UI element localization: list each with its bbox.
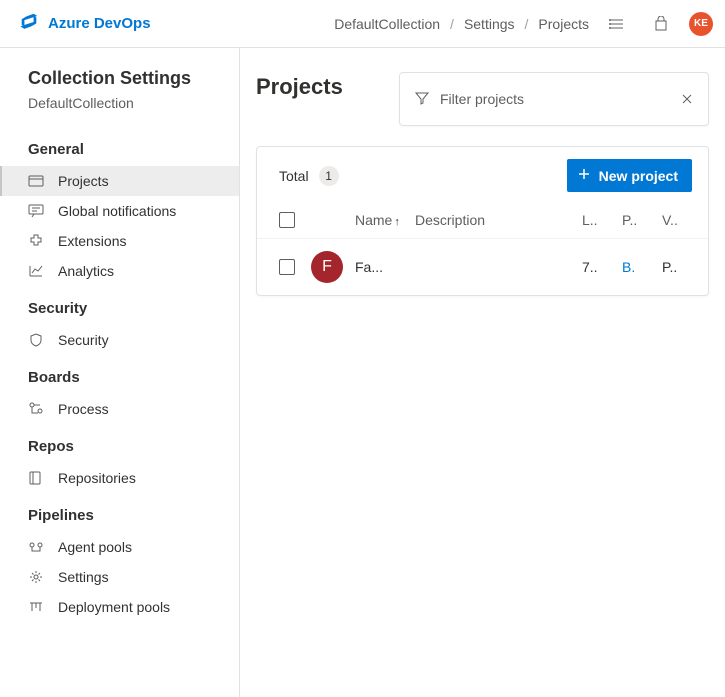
close-icon[interactable] (680, 92, 694, 106)
column-description[interactable]: Description (415, 212, 572, 228)
topbar: Azure DevOps DefaultCollection / Setting… (0, 0, 725, 48)
total-count-badge: 1 (319, 166, 339, 186)
breadcrumb-item[interactable]: Settings (464, 16, 515, 32)
user-initials: KE (694, 18, 708, 29)
agent-pools-icon (28, 539, 44, 555)
sidebar-item-label: Process (58, 401, 109, 417)
project-process[interactable]: B. (622, 259, 652, 275)
brand-text: Azure DevOps (48, 15, 151, 32)
analytics-icon (28, 263, 44, 279)
sidebar-heading-pipelines: Pipelines (0, 493, 239, 532)
sidebar-heading-security: Security (0, 286, 239, 325)
gear-icon (28, 569, 44, 585)
column-process[interactable]: P.. (622, 212, 652, 228)
sidebar-item-label: Repositories (58, 470, 136, 486)
sidebar-item-analytics[interactable]: Analytics (0, 256, 239, 286)
sidebar-item-settings[interactable]: Settings (0, 562, 239, 592)
extension-icon (28, 233, 44, 249)
sort-up-icon: ↑ (394, 216, 400, 228)
list-icon[interactable] (601, 8, 633, 40)
project-name: Fa... (355, 259, 405, 275)
project-last: 7.. (582, 259, 612, 275)
sidebar-heading-boards: Boards (0, 355, 239, 394)
sidebar-item-label: Settings (58, 569, 109, 585)
sidebar-heading-general: General (0, 127, 239, 166)
chat-icon (28, 203, 44, 219)
breadcrumb-item[interactable]: Projects (538, 16, 589, 32)
azure-devops-logo-icon (18, 11, 40, 37)
sidebar-item-agent-pools[interactable]: Agent pools (0, 532, 239, 562)
sidebar: Collection Settings DefaultCollection Ge… (0, 48, 240, 697)
sidebar-item-label: Agent pools (58, 539, 132, 555)
table-header: Name↑ Description L.. P.. V.. (257, 206, 708, 239)
select-all-checkbox[interactable] (279, 212, 295, 228)
projects-icon (28, 173, 44, 189)
main-content: Projects Total 1 New project (240, 48, 725, 697)
sidebar-item-label: Deployment pools (58, 599, 170, 615)
sidebar-subtitle: DefaultCollection (0, 95, 239, 127)
page-title: Projects (256, 74, 343, 100)
total-label: Total (279, 168, 309, 184)
new-project-button[interactable]: New project (567, 159, 692, 192)
breadcrumb-separator: / (525, 16, 529, 32)
sidebar-item-label: Extensions (58, 233, 126, 249)
brand[interactable]: Azure DevOps (18, 11, 151, 37)
filter-box (399, 72, 709, 126)
breadcrumb-item[interactable]: DefaultCollection (334, 16, 440, 32)
repo-icon (28, 470, 44, 486)
breadcrumb-separator: / (450, 16, 454, 32)
sidebar-item-repositories[interactable]: Repositories (0, 463, 239, 493)
sidebar-heading-repos: Repos (0, 424, 239, 463)
sidebar-item-process[interactable]: Process (0, 394, 239, 424)
breadcrumb: DefaultCollection / Settings / Projects (334, 16, 589, 32)
filter-input[interactable] (440, 91, 670, 107)
sidebar-item-label: Security (58, 332, 109, 348)
shopping-bag-icon[interactable] (645, 8, 677, 40)
project-visibility: P.. (662, 259, 692, 275)
plus-icon (577, 167, 591, 184)
column-visibility[interactable]: V.. (662, 212, 692, 228)
sidebar-item-extensions[interactable]: Extensions (0, 226, 239, 256)
column-name[interactable]: Name↑ (355, 212, 405, 228)
sidebar-title: Collection Settings (0, 68, 239, 95)
sidebar-item-label: Analytics (58, 263, 114, 279)
filter-icon (414, 90, 430, 109)
sidebar-item-deployment-pools[interactable]: Deployment pools (0, 592, 239, 622)
sidebar-item-security[interactable]: Security (0, 325, 239, 355)
shield-icon (28, 332, 44, 348)
column-last[interactable]: L.. (582, 212, 612, 228)
user-avatar[interactable]: KE (689, 12, 713, 36)
sidebar-item-projects[interactable]: Projects (0, 166, 239, 196)
row-checkbox[interactable] (279, 259, 295, 275)
deployment-icon (28, 599, 44, 615)
projects-card: Total 1 New project Name↑ Description L.… (256, 146, 709, 296)
sidebar-item-label: Projects (58, 173, 109, 189)
process-icon (28, 401, 44, 417)
sidebar-item-label: Global notifications (58, 203, 176, 219)
new-project-label: New project (599, 168, 678, 184)
sidebar-item-global-notifications[interactable]: Global notifications (0, 196, 239, 226)
project-avatar: F (311, 251, 343, 283)
table-row[interactable]: F Fa... 7.. B. P.. (257, 239, 708, 295)
